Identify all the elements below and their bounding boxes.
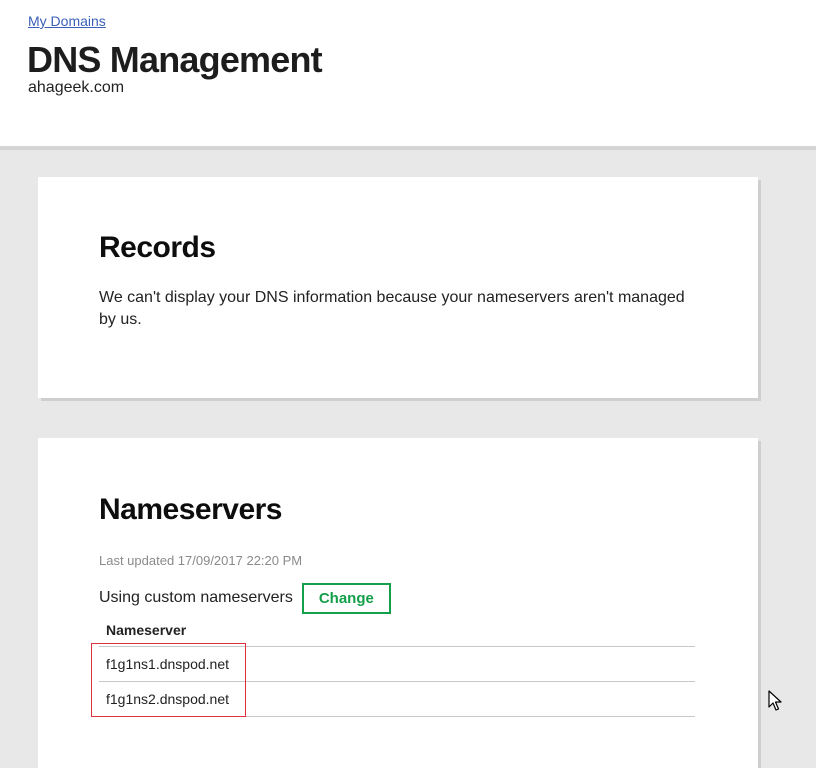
page-title: DNS Management	[27, 39, 323, 80]
nameserver-mode-row: Using custom nameservers Change	[99, 582, 391, 614]
records-heading: Records	[99, 231, 216, 264]
nameserver-value: f1g1ns2.dnspod.net	[99, 681, 695, 717]
nameserver-table: Nameserver f1g1ns1.dnspod.net f1g1ns2.dn…	[99, 618, 695, 717]
table-row: f1g1ns2.dnspod.net	[99, 681, 695, 717]
domain-name: ahageek.com	[28, 79, 125, 96]
page-header: My Domains DNS Management ahageek.com	[0, 0, 816, 150]
nameserver-value: f1g1ns1.dnspod.net	[99, 646, 695, 682]
records-card: Records We can't display your DNS inform…	[38, 177, 758, 398]
records-message: We can't display your DNS information be…	[99, 289, 685, 328]
table-row: f1g1ns1.dnspod.net	[99, 646, 695, 682]
last-updated-text: Last updated 17/09/2017 22:20 PM	[99, 553, 303, 568]
breadcrumb-my-domains[interactable]: My Domains	[28, 13, 106, 29]
nameserver-column-header: Nameserver	[99, 618, 695, 647]
table-header-row: Nameserver	[99, 618, 695, 647]
nameservers-card: Nameservers Last updated 17/09/2017 22:2…	[38, 438, 758, 768]
change-nameservers-button[interactable]: Change	[301, 582, 391, 614]
nameserver-mode-text: Using custom nameservers	[99, 589, 293, 606]
nameservers-heading: Nameservers	[99, 493, 282, 526]
mouse-pointer-icon	[768, 690, 782, 711]
